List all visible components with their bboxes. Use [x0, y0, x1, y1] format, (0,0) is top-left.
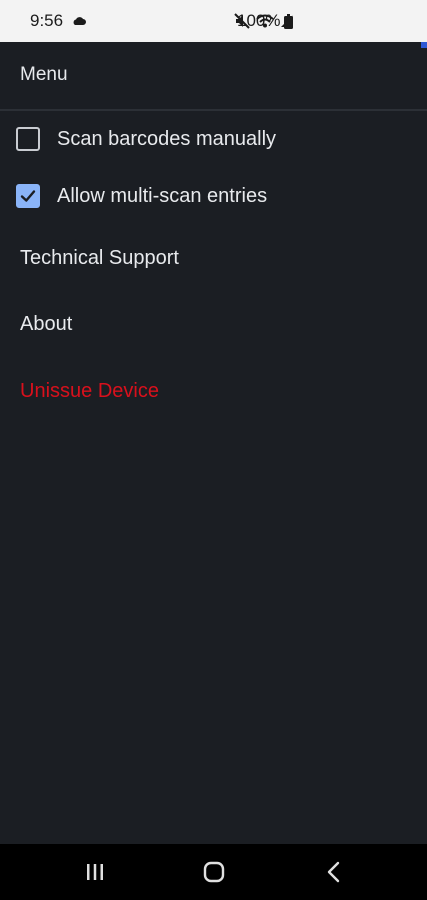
recent-apps-icon: [87, 864, 103, 880]
scan-barcodes-manually-checkbox[interactable]: [16, 127, 40, 151]
home-icon: [203, 861, 225, 883]
cloud-icon: [71, 16, 87, 26]
unissue-device-item[interactable]: Unissue Device: [20, 380, 159, 403]
scan-barcodes-manually-option[interactable]: Scan barcodes manually: [16, 127, 276, 151]
back-icon: [327, 861, 340, 883]
home-button[interactable]: [184, 844, 244, 900]
recent-apps-button[interactable]: [65, 844, 125, 900]
battery-icon: [284, 13, 294, 29]
menu-title: Menu: [20, 64, 68, 85]
allow-multi-scan-label: Allow multi-scan entries: [57, 184, 268, 207]
allow-multi-scan-checkbox[interactable]: [16, 184, 40, 208]
status-bar: 9:56 100%: [0, 0, 427, 42]
check-icon: [20, 190, 36, 202]
navigation-drawer: [0, 42, 427, 844]
divider: [0, 109, 427, 111]
battery-status: 100%: [237, 0, 294, 42]
scan-barcodes-manually-label: Scan barcodes manually: [57, 127, 277, 150]
back-button[interactable]: [304, 844, 364, 900]
technical-support-item[interactable]: Technical Support: [20, 247, 179, 270]
status-left: 9:56: [30, 0, 87, 42]
status-time: 9:56: [30, 11, 64, 30]
about-item[interactable]: About: [20, 313, 72, 336]
battery-percent: 100%: [237, 11, 281, 30]
accent-corner: [421, 42, 427, 48]
system-nav-bar: [0, 844, 427, 900]
allow-multi-scan-option[interactable]: Allow multi-scan entries: [16, 184, 267, 208]
